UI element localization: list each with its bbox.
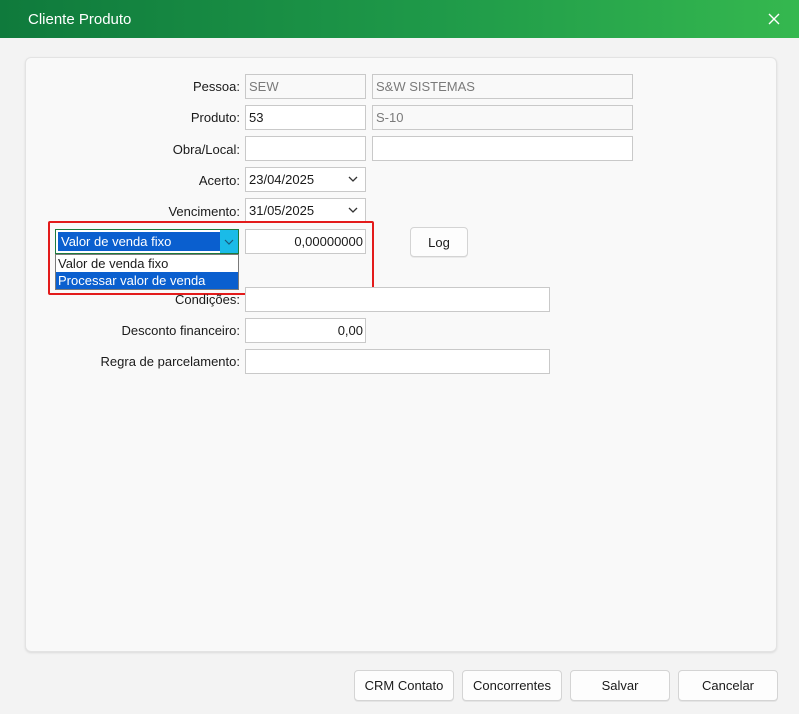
- crm-contato-button[interactable]: CRM Contato: [354, 670, 454, 701]
- log-button[interactable]: Log: [410, 227, 468, 257]
- obra-local-name-field[interactable]: [372, 136, 633, 161]
- acerto-date-picker[interactable]: 23/04/2025: [245, 167, 366, 192]
- condicoes-field[interactable]: [245, 287, 550, 312]
- chevron-down-icon[interactable]: [346, 203, 360, 217]
- produto-label: Produto:: [190, 110, 240, 125]
- condicoes-label: Condições:: [174, 292, 240, 307]
- pessoa-code-field[interactable]: SEW: [245, 74, 366, 99]
- pessoa-label: Pessoa:: [193, 79, 240, 94]
- pessoa-name-field[interactable]: S&W SISTEMAS: [372, 74, 633, 99]
- desconto-financeiro-label: Desconto financeiro:: [121, 323, 240, 338]
- obra-local-code-field[interactable]: [245, 136, 366, 161]
- salvar-button[interactable]: Salvar: [570, 670, 670, 701]
- produto-code-field[interactable]: 53: [245, 105, 366, 130]
- valor-tipo-selected: Valor de venda fixo: [58, 232, 220, 251]
- window-title: Cliente Produto: [28, 10, 132, 28]
- valor-tipo-select[interactable]: Valor de venda fixo: [55, 229, 239, 254]
- vencimento-value: 31/05/2025: [249, 203, 315, 218]
- title-bar: Cliente Produto: [0, 0, 799, 38]
- acerto-label: Acerto:: [198, 173, 240, 188]
- acerto-value: 23/04/2025: [249, 172, 315, 187]
- regra-parcelamento-field[interactable]: [245, 349, 550, 374]
- desconto-financeiro-field[interactable]: 0,00: [245, 318, 366, 343]
- obra-local-label: Obra/Local:: [172, 142, 240, 157]
- vencimento-label: Vencimento:: [168, 204, 240, 219]
- regra-parcelamento-label: Regra de parcelamento:: [100, 354, 240, 369]
- chevron-down-icon[interactable]: [346, 172, 360, 186]
- cancelar-button[interactable]: Cancelar: [678, 670, 778, 701]
- chevron-down-icon: [224, 239, 234, 245]
- valor-tipo-dropdown-list: Valor de venda fixo Processar valor de v…: [55, 254, 239, 290]
- valor-field[interactable]: 0,00000000: [245, 229, 366, 254]
- produto-name-field[interactable]: S-10: [372, 105, 633, 130]
- dropdown-option[interactable]: Valor de venda fixo: [56, 255, 238, 272]
- vencimento-date-picker[interactable]: 31/05/2025: [245, 198, 366, 223]
- valor-tipo-dropdown-button[interactable]: [220, 230, 238, 253]
- dropdown-option-highlighted[interactable]: Processar valor de venda: [56, 272, 238, 289]
- concorrentes-button[interactable]: Concorrentes: [462, 670, 562, 701]
- close-icon[interactable]: [763, 8, 785, 30]
